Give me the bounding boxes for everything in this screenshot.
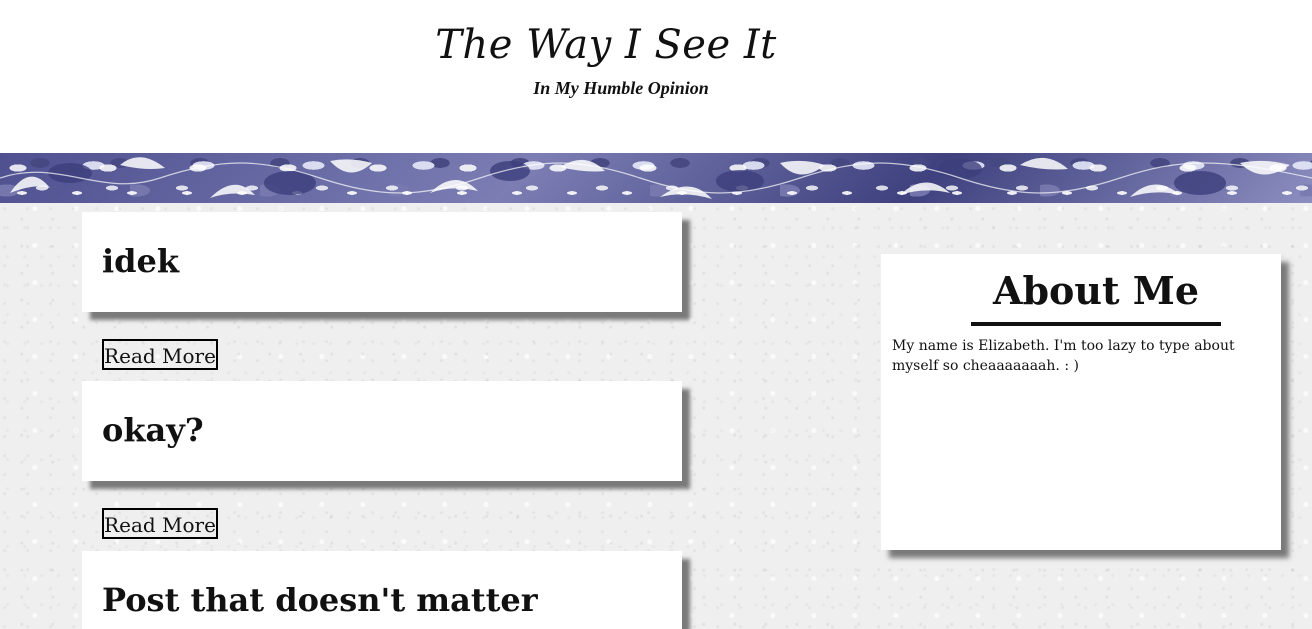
read-more-button[interactable]: Read More [102, 508, 218, 539]
about-heading: About Me [992, 268, 1200, 313]
site-header: The Way I See It In My Humble Opinion [0, 0, 1312, 153]
site-title[interactable]: The Way I See It [0, 22, 1262, 68]
post-card-idek: idek [82, 212, 682, 312]
site-subtitle: In My Humble Opinion [533, 78, 709, 98]
post-title[interactable]: okay? [102, 411, 204, 449]
post-title[interactable]: Post that doesn't matter [102, 581, 538, 619]
post-title[interactable]: idek [102, 242, 179, 280]
floral-banner [0, 153, 1312, 203]
heading-divider [971, 322, 1221, 326]
post-card-okay: okay? [82, 381, 682, 481]
read-more-button[interactable]: Read More [102, 339, 218, 370]
about-body: My name is Elizabeth. I'm too lazy to ty… [892, 338, 1235, 374]
post-card-post-that-doesnt-matter: Post that doesn't matter [82, 551, 682, 629]
about-me-widget: About Me My name is Elizabeth. I'm too l… [881, 254, 1281, 550]
floral-pattern-image [0, 157, 1312, 199]
